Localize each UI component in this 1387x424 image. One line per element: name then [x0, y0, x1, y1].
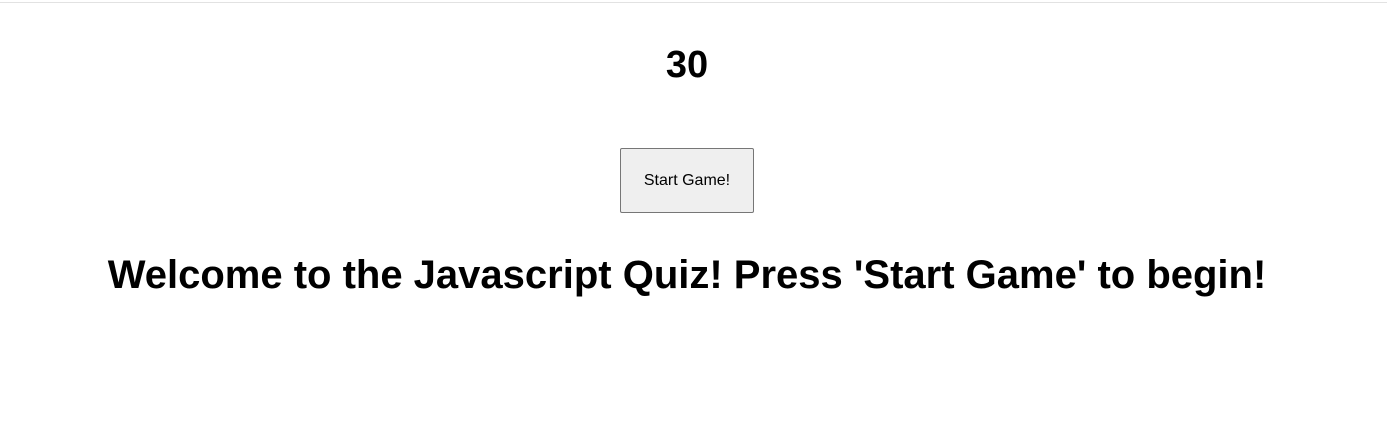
top-divider: [0, 2, 1387, 3]
start-game-button[interactable]: Start Game!: [620, 148, 754, 213]
quiz-page: 30 Start Game! Welcome to the Javascript…: [0, 0, 1387, 424]
countdown-timer: 30: [665, 44, 709, 86]
welcome-heading: Welcome to the Javascript Quiz! Press 'S…: [107, 253, 1267, 297]
